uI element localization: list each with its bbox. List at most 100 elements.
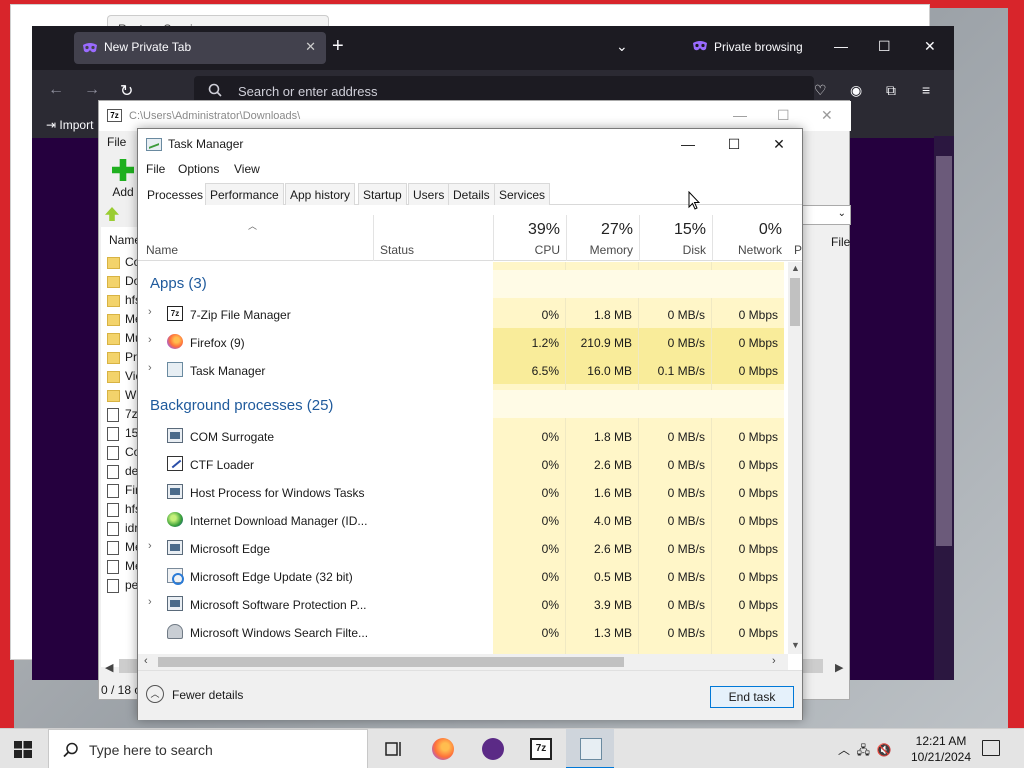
task-view-button[interactable]: [368, 729, 416, 768]
column-header-status[interactable]: Status: [380, 243, 414, 257]
private-mask-icon: [83, 43, 97, 53]
import-bookmarks-label[interactable]: Import: [59, 118, 93, 132]
memory-column-label: Memory: [589, 243, 633, 257]
7zip-scroll-thumb[interactable]: [119, 659, 137, 673]
menu-view[interactable]: View: [234, 162, 260, 176]
7zip-file-list: Name Co Do hfs Me Mu Pro Vic Wl 7z 15 Co…: [101, 227, 143, 667]
scroll-right-icon[interactable]: ›: [772, 655, 776, 667]
private-browsing-indicator: Private browsing: [692, 40, 803, 54]
close-tab-icon[interactable]: ✕: [305, 39, 316, 55]
column-header-cpu[interactable]: 39% CPU: [493, 215, 566, 261]
column-header-name[interactable]: Name: [146, 243, 178, 257]
reload-icon[interactable]: ↻: [120, 81, 133, 101]
horizontal-scrollbar[interactable]: ‹ ›: [138, 654, 788, 670]
tab-details[interactable]: Details: [448, 183, 495, 205]
expand-chevron-icon[interactable]: ›: [148, 596, 152, 608]
vertical-scroll-thumb[interactable]: [790, 278, 800, 326]
column-header-memory[interactable]: 27% Memory: [566, 215, 639, 261]
7zip-minimize-icon[interactable]: —: [733, 107, 747, 123]
tab-list-chevron-down-icon[interactable]: ⌄: [616, 38, 628, 55]
table-row[interactable]: › 7z 7-Zip File Manager 0% 1.8 MB 0 MB/s…: [138, 300, 788, 328]
forward-arrow-icon[interactable]: →: [84, 81, 100, 99]
import-bookmarks-icon[interactable]: ⇥: [46, 118, 59, 132]
menu-options[interactable]: Options: [178, 162, 219, 176]
taskbar-firefox[interactable]: [418, 729, 466, 768]
minimize-icon[interactable]: —: [665, 133, 711, 155]
task-manager-icon: [580, 738, 602, 760]
7zip-icon: 7z: [167, 306, 183, 321]
taskbar-task-manager[interactable]: [566, 729, 614, 768]
scroll-up-icon[interactable]: ▲: [791, 263, 800, 273]
firefox-maximize-icon[interactable]: ☐: [878, 38, 891, 55]
table-row[interactable]: Host Process for Windows Tasks 0% 1.6 MB…: [138, 478, 788, 506]
column-header-power[interactable]: P: [794, 243, 802, 257]
table-row[interactable]: › Firefox (9) 1.2% 210.9 MB 0 MB/s 0 Mbp…: [138, 328, 788, 356]
expand-chevron-icon[interactable]: ›: [148, 334, 152, 346]
taskbar-firefox-private[interactable]: [468, 729, 516, 768]
menu-hamburger-icon[interactable]: ≡: [922, 82, 938, 98]
firefox-tab-title: New Private Tab: [104, 40, 192, 54]
table-row[interactable]: Microsoft Windows Search Filte... 0% 1.3…: [138, 618, 788, 646]
7zip-list-header-name[interactable]: Name: [101, 233, 141, 247]
tab-startup[interactable]: Startup: [358, 183, 407, 205]
back-arrow-icon[interactable]: ←: [48, 81, 64, 99]
7zip-menu-file[interactable]: File: [107, 135, 126, 149]
tab-performance[interactable]: Performance: [205, 183, 284, 205]
expand-chevron-icon[interactable]: ›: [148, 362, 152, 374]
tab-services[interactable]: Services: [494, 183, 551, 205]
maximize-icon[interactable]: ☐: [711, 133, 757, 155]
table-row[interactable]: › Microsoft Software Protection P... 0% …: [138, 590, 788, 618]
end-task-button[interactable]: End task: [710, 686, 794, 708]
pocket-icon[interactable]: ♡: [814, 82, 830, 98]
7zip-scroll-track[interactable]: [803, 659, 823, 673]
firefox-close-icon[interactable]: ✕: [924, 38, 936, 55]
table-row[interactable]: Microsoft Edge Update (32 bit) 0% 0.5 MB…: [138, 562, 788, 590]
firefox-scroll-thumb[interactable]: [936, 156, 952, 546]
tab-processes[interactable]: Processes: [142, 183, 209, 206]
7zip-add-button[interactable]: Add: [109, 159, 137, 199]
7zip-path-combo[interactable]: ⌄: [801, 205, 851, 225]
windows-start-icon[interactable]: [14, 741, 32, 758]
menu-file[interactable]: File: [146, 162, 165, 176]
tab-app-history[interactable]: App history: [285, 183, 356, 205]
table-row[interactable]: COM Surrogate 0% 1.8 MB 0 MB/s 0 Mbps: [138, 422, 788, 450]
notification-center-icon[interactable]: [982, 740, 1000, 756]
column-header-disk[interactable]: 15% Disk: [639, 215, 712, 261]
close-icon[interactable]: ✕: [756, 133, 802, 155]
taskbar-search-box[interactable]: Type here to search: [48, 729, 368, 768]
expand-chevron-icon[interactable]: ›: [148, 306, 152, 318]
horizontal-scroll-thumb[interactable]: [158, 657, 624, 667]
ctf-loader-icon: [167, 456, 183, 471]
7zip-close-icon[interactable]: ✕: [821, 107, 833, 124]
vertical-scrollbar[interactable]: ▲ ▼: [788, 262, 802, 654]
table-row[interactable]: › Microsoft Edge 0% 2.6 MB 0 MB/s 0 Mbps: [138, 534, 788, 562]
expand-chevron-icon[interactable]: ›: [148, 540, 152, 552]
firefox-page-scrollbar[interactable]: [934, 136, 954, 680]
7zip-maximize-icon[interactable]: ☐: [777, 107, 790, 124]
taskbar-7zip[interactable]: 7z: [516, 729, 564, 768]
new-tab-plus-icon[interactable]: +: [332, 36, 344, 56]
extensions-icon[interactable]: ⧉: [886, 82, 902, 98]
scroll-down-icon[interactable]: ▼: [791, 640, 800, 650]
7zip-title-bar: 7z C:\Users\Administrator\Downloads\ — ☐…: [99, 101, 851, 131]
tab-users[interactable]: Users: [408, 183, 450, 205]
system-tray-icons[interactable]: ︿ 🖧 🔇: [838, 741, 892, 762]
taskbar-clock[interactable]: 12:21 AM 10/21/2024: [906, 733, 976, 765]
7zip-scroll-left-icon[interactable]: ◀: [105, 661, 113, 674]
network-total-percent: 0%: [758, 221, 782, 238]
table-row[interactable]: Internet Download Manager (ID... 0% 4.0 …: [138, 506, 788, 534]
firefox-minimize-icon[interactable]: —: [834, 38, 848, 54]
7zip-scroll-right-icon[interactable]: ▶: [835, 661, 843, 674]
up-folder-icon[interactable]: [105, 207, 119, 221]
firefox-tab-new-private[interactable]: New Private Tab ✕: [74, 32, 326, 64]
scroll-left-icon[interactable]: ‹: [144, 655, 148, 667]
7zip-list-header-file[interactable]: File: [831, 235, 850, 249]
table-row[interactable]: CTF Loader 0% 2.6 MB 0 MB/s 0 Mbps: [138, 450, 788, 478]
task-manager-icon: [146, 138, 162, 151]
table-row[interactable]: › Task Manager 6.5% 16.0 MB 0.1 MB/s 0 M…: [138, 356, 788, 384]
column-header-network[interactable]: 0% Network: [712, 215, 788, 261]
network-cell: 0 Mbps: [738, 308, 778, 322]
fewer-details-button[interactable]: ︿ Fewer details: [146, 685, 243, 703]
account-icon[interactable]: ◉: [850, 82, 866, 98]
process-name: Task Manager: [190, 364, 266, 378]
